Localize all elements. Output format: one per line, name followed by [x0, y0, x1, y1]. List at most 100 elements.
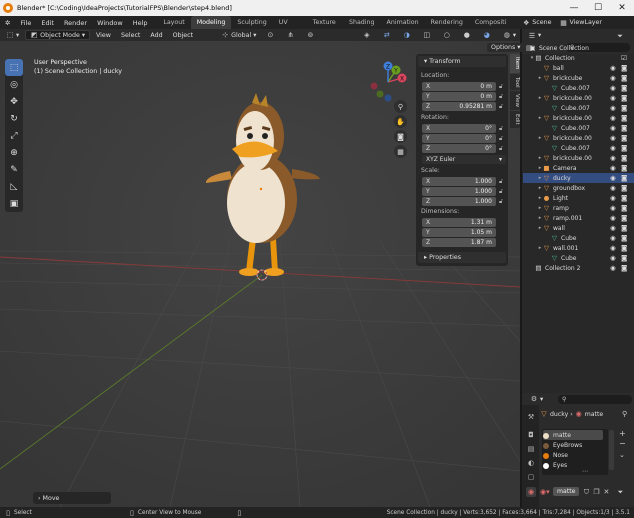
- render-camera-icon[interactable]: ◙: [621, 194, 627, 202]
- render-camera-icon[interactable]: ◙: [621, 124, 627, 132]
- eye-icon[interactable]: ◉: [610, 124, 616, 132]
- lock-icon[interactable]: 🔓︎: [499, 178, 505, 185]
- tool-scale[interactable]: ⤢: [5, 127, 23, 144]
- eye-icon[interactable]: ◉: [610, 264, 616, 272]
- menu-select[interactable]: Select: [117, 30, 144, 40]
- proportional-button[interactable]: ⊚: [302, 30, 320, 40]
- tab-animation[interactable]: Animation: [381, 16, 425, 29]
- render-camera-icon[interactable]: ◙: [621, 174, 627, 182]
- remove-slot-button[interactable]: −: [619, 439, 626, 448]
- outliner-row[interactable]: ▸ ▽ brickcube.00 ◉ ◙: [523, 93, 634, 103]
- scale-x-field[interactable]: X 1.000: [422, 177, 496, 186]
- last-operator-panel[interactable]: › Move: [33, 492, 111, 504]
- location-y-field[interactable]: Y0 m: [422, 92, 496, 101]
- shading-solid[interactable]: ●: [459, 30, 477, 40]
- slot-list-scrollbar[interactable]: [609, 430, 614, 470]
- lock-icon[interactable]: 🔓︎: [499, 103, 505, 110]
- outliner-row[interactable]: ▸ ▽ ducky ◉ ◙: [523, 173, 634, 183]
- snap-button[interactable]: ⋔: [282, 30, 300, 40]
- tab-shading[interactable]: Shading: [343, 16, 381, 29]
- menu-view[interactable]: View: [92, 30, 115, 40]
- render-camera-icon[interactable]: ◙: [621, 264, 627, 272]
- duplicate-icon[interactable]: ❐: [592, 488, 600, 496]
- tool-select-box[interactable]: ⬚: [5, 59, 23, 76]
- close-button[interactable]: ✕: [610, 0, 634, 16]
- ortho-toggle-button[interactable]: ▦: [394, 145, 407, 158]
- outliner-editor-type[interactable]: ☰ ▾: [524, 31, 545, 41]
- render-camera-icon[interactable]: ◙: [621, 234, 627, 242]
- rotation-z-field[interactable]: Z 0°: [422, 144, 496, 153]
- scene-selector[interactable]: ❖ Scene: [518, 18, 555, 28]
- xray-toggle[interactable]: ◫: [419, 30, 437, 40]
- render-camera-icon[interactable]: ◙: [621, 214, 627, 222]
- material-props-tab[interactable]: ◉: [526, 487, 536, 497]
- shading-wireframe[interactable]: ○: [439, 30, 457, 40]
- menu-render[interactable]: Render: [59, 19, 92, 27]
- tool-props-tab[interactable]: ⚒: [526, 412, 536, 422]
- lock-icon[interactable]: 🔓︎: [499, 135, 505, 142]
- properties-panel-header[interactable]: ▸ Properties: [418, 252, 506, 263]
- outliner-row[interactable]: ▽ Cube ◉ ◙: [523, 253, 634, 263]
- outliner-row[interactable]: ▸ ▽ wall.001 ◉ ◙: [523, 243, 634, 253]
- tab-sculpting[interactable]: Sculpting: [231, 16, 272, 29]
- eye-icon[interactable]: ◉: [610, 84, 616, 92]
- options-dropdown[interactable]: Options ▾: [487, 43, 525, 52]
- transform-panel-header[interactable]: ▾ Transform: [418, 56, 506, 67]
- menu-add[interactable]: Add: [146, 30, 166, 40]
- render-camera-icon[interactable]: ◙: [621, 204, 627, 212]
- eye-icon[interactable]: ◉: [610, 64, 616, 72]
- tool-move[interactable]: ✥: [5, 93, 23, 110]
- location-x-field[interactable]: X0 m: [422, 82, 496, 91]
- material-slot-item[interactable]: Eyes: [543, 461, 603, 470]
- tool-rotate[interactable]: ↻: [5, 110, 23, 127]
- gizmo-toggle[interactable]: ⇄: [379, 30, 397, 40]
- lock-icon[interactable]: 🔓︎: [499, 145, 505, 152]
- menu-help[interactable]: Help: [128, 19, 153, 27]
- outliner-row[interactable]: ▸ ■ Camera ◉ ◙: [523, 163, 634, 173]
- outliner-row[interactable]: ▽ Cube.007 ◉ ◙: [523, 103, 634, 113]
- menu-window[interactable]: Window: [92, 19, 128, 27]
- scale-y-field[interactable]: Y 1.000: [422, 187, 496, 196]
- eye-icon[interactable]: ◉: [610, 254, 616, 262]
- dimensions-x-field[interactable]: X 1.31 m: [422, 218, 496, 227]
- object-props-tab[interactable]: ▢: [526, 472, 536, 482]
- eye-icon[interactable]: ◉: [610, 134, 616, 142]
- render-camera-icon[interactable]: ◙: [621, 164, 627, 172]
- tab-edit[interactable]: Edit: [510, 111, 520, 128]
- render-camera-icon[interactable]: ◙: [621, 254, 627, 262]
- material-slot-item[interactable]: matte: [543, 431, 603, 440]
- render-camera-icon[interactable]: ◙: [621, 134, 627, 142]
- output-props-tab[interactable]: ▤: [526, 444, 536, 454]
- material-slot-item[interactable]: EyeBrows: [543, 441, 603, 450]
- tab-texture-paint[interactable]: Texture Paint: [307, 16, 343, 39]
- tab-layout[interactable]: Layout: [157, 16, 190, 29]
- filter-button[interactable]: ⏷: [612, 31, 630, 41]
- render-camera-icon[interactable]: ◙: [621, 114, 627, 122]
- eye-icon[interactable]: ◉: [610, 154, 616, 162]
- filter-icon[interactable]: ⏷: [616, 488, 624, 496]
- render-camera-icon[interactable]: ◙: [621, 74, 627, 82]
- render-camera-icon[interactable]: ◙: [621, 224, 627, 232]
- outliner-row[interactable]: ▾ ▤ Collection ☑: [523, 53, 634, 63]
- tab-modeling[interactable]: Modeling: [190, 16, 232, 29]
- eye-icon[interactable]: ◉: [610, 204, 616, 212]
- scale-z-field[interactable]: Z 1.000: [422, 197, 496, 206]
- properties-search-input[interactable]: [558, 395, 632, 404]
- menu-object[interactable]: Object: [169, 30, 198, 40]
- fake-user-icon[interactable]: ⛉: [582, 488, 590, 496]
- render-camera-icon[interactable]: ◙: [621, 94, 627, 102]
- navigation-gizmo[interactable]: X Y Z: [366, 60, 410, 104]
- lock-icon[interactable]: 🔓︎: [499, 93, 505, 100]
- rotation-mode-dropdown[interactable]: XYZ Euler ▾: [422, 155, 506, 164]
- mode-dropdown[interactable]: ◩ Object Mode ▾: [25, 30, 91, 40]
- render-props-tab[interactable]: ◘: [526, 430, 536, 440]
- render-camera-icon[interactable]: ◙: [621, 144, 627, 152]
- world-props-tab[interactable]: ◐: [526, 458, 536, 468]
- outliner-row[interactable]: ▸ ● Light ◉ ◙: [523, 193, 634, 203]
- zoom-button[interactable]: ⚲: [394, 100, 407, 113]
- lock-icon[interactable]: 🔓︎: [499, 188, 505, 195]
- lock-icon[interactable]: 🔓︎: [499, 83, 505, 90]
- tab-tool[interactable]: Tool: [510, 73, 520, 91]
- outliner-row[interactable]: ▸ ▽ ramp.001 ◉ ◙: [523, 213, 634, 223]
- render-camera-icon[interactable]: ◙: [621, 154, 627, 162]
